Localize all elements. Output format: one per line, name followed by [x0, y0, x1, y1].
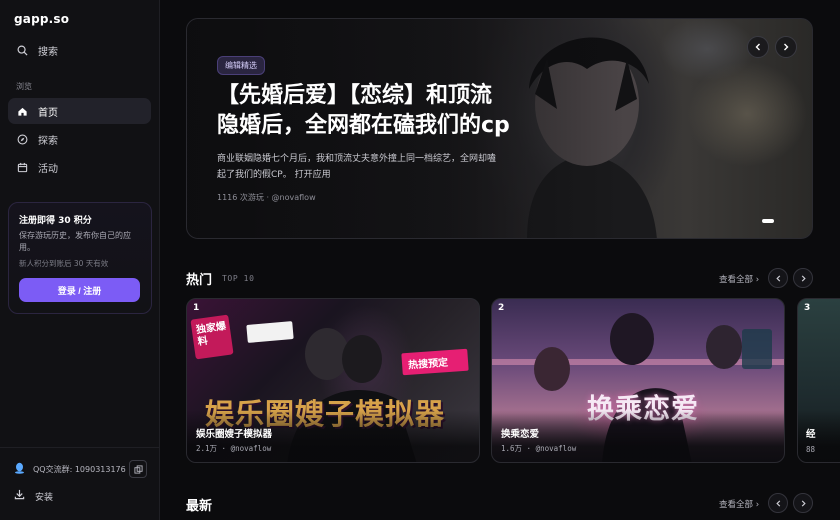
- sidebar-item-home[interactable]: 首页: [8, 98, 151, 124]
- card-gradient: [798, 410, 840, 462]
- sidebar: gapp.so 搜索 浏览 首页 探索 活动 注册即得 30 积分 保存游玩历史…: [0, 0, 160, 520]
- card-title: 经: [806, 429, 816, 440]
- sidebar-item-events[interactable]: 活动: [8, 154, 151, 180]
- latest-prev-button[interactable]: [768, 493, 788, 513]
- hero-title[interactable]: 【先婚后爱】【恋综】和顶流 隐婚后，全网都在磕我们的cp: [217, 81, 577, 141]
- brand-logo[interactable]: gapp.so: [14, 12, 69, 26]
- copy-button[interactable]: [129, 460, 147, 478]
- latest-view-all-link[interactable]: 查看全部 ›: [719, 498, 759, 510]
- qq-icon: [14, 462, 26, 476]
- sidebar-item-explore[interactable]: 探索: [8, 126, 151, 152]
- chevron-right-icon: [801, 499, 806, 507]
- card-meta: 1.6万 · @novaflow: [501, 444, 577, 453]
- card-rank: 2: [498, 303, 505, 313]
- app-card[interactable]: 3 经 88: [797, 298, 840, 463]
- app-card[interactable]: 换乘恋爱 2 换乘恋爱 1.6万 · @novaflow: [491, 298, 785, 463]
- chevron-left-icon: [775, 274, 780, 282]
- install-button[interactable]: 安装: [14, 487, 53, 505]
- latest-section-title: 最新: [186, 499, 213, 514]
- sidebar-item-label: 探索: [38, 135, 58, 147]
- sidebar-search-label: 搜索: [38, 46, 58, 58]
- hero-prev-button[interactable]: [747, 36, 769, 58]
- chevron-right-icon: [801, 274, 806, 282]
- card-rank: 3: [804, 303, 811, 313]
- login-register-button[interactable]: 登录 / 注册: [19, 278, 140, 302]
- promo-description: 保存游玩历史，发布你自己的应用。: [19, 231, 131, 252]
- carousel-indicator[interactable]: [762, 219, 774, 223]
- card-art-tag: 独家爆料: [195, 321, 227, 348]
- card-rank: 1: [193, 303, 200, 313]
- hot-section-title: 热门: [186, 273, 213, 288]
- hero-banner[interactable]: 编辑精选 【先婚后爱】【恋综】和顶流 隐婚后，全网都在磕我们的cp 商业联姻隐婚…: [186, 18, 813, 239]
- app-card[interactable]: 独家爆料 热搜预定 娱乐圈嫂子模拟器 1 娱乐圈嫂子模拟器 2.1万 · @no…: [186, 298, 480, 463]
- sidebar-section-browse: 浏览: [16, 82, 32, 91]
- card-art-tag: 热搜预定: [407, 357, 449, 372]
- hero-description: 商业联姻隐婚七个月后，我和顶流丈夫意外撞上同一档综艺，全网却嗑起了我们的假CP。…: [217, 154, 497, 180]
- hot-section-subtitle: TOP 10: [222, 274, 255, 283]
- hot-next-button[interactable]: [793, 268, 813, 288]
- card-meta: 2.1万 · @novaflow: [196, 444, 272, 453]
- download-icon: [14, 489, 26, 503]
- app-root: gapp.so 搜索 浏览 首页 探索 活动 注册即得 30 积分 保存游玩历史…: [0, 0, 840, 520]
- home-icon: [16, 105, 28, 117]
- compass-icon: [16, 133, 28, 145]
- latest-next-button[interactable]: [793, 493, 813, 513]
- calendar-icon: [16, 161, 28, 173]
- promo-note: 新人积分到账后 30 天有效: [19, 259, 109, 268]
- promo-title: 注册即得 30 积分: [19, 216, 92, 226]
- sidebar-item-label: 首页: [38, 107, 58, 119]
- sidebar-search[interactable]: 搜索: [8, 37, 151, 63]
- card-meta: 88: [806, 445, 816, 454]
- copy-icon: [133, 464, 143, 474]
- chevron-right-icon: [784, 43, 789, 51]
- sidebar-item-label: 活动: [38, 163, 58, 175]
- hero-next-button[interactable]: [775, 36, 797, 58]
- editor-pick-badge: 编辑精选: [217, 56, 265, 75]
- hot-prev-button[interactable]: [768, 268, 788, 288]
- signup-promo-card: 注册即得 30 积分 保存游玩历史，发布你自己的应用。 新人积分到账后 30 天…: [8, 202, 152, 314]
- chevron-left-icon: [755, 43, 760, 51]
- chevron-left-icon: [775, 499, 780, 507]
- hero-title-line: 隐婚后，全网都在磕我们的cp: [217, 113, 510, 138]
- card-title: 换乘恋爱: [501, 429, 540, 440]
- install-label: 安装: [35, 492, 54, 503]
- sidebar-divider: [0, 447, 160, 448]
- hero-title-line: 【先婚后爱】【恋综】和顶流: [217, 83, 493, 108]
- hot-view-all-link[interactable]: 查看全部 ›: [719, 273, 759, 285]
- hero-meta: 1116 次游玩 · @novaflow: [217, 193, 316, 202]
- qq-group-label: QQ交流群: 1090313176: [33, 464, 126, 474]
- card-title: 娱乐圈嫂子模拟器: [196, 429, 273, 440]
- search-icon: [16, 44, 28, 56]
- qq-group-row: QQ交流群: 1090313176: [14, 458, 150, 480]
